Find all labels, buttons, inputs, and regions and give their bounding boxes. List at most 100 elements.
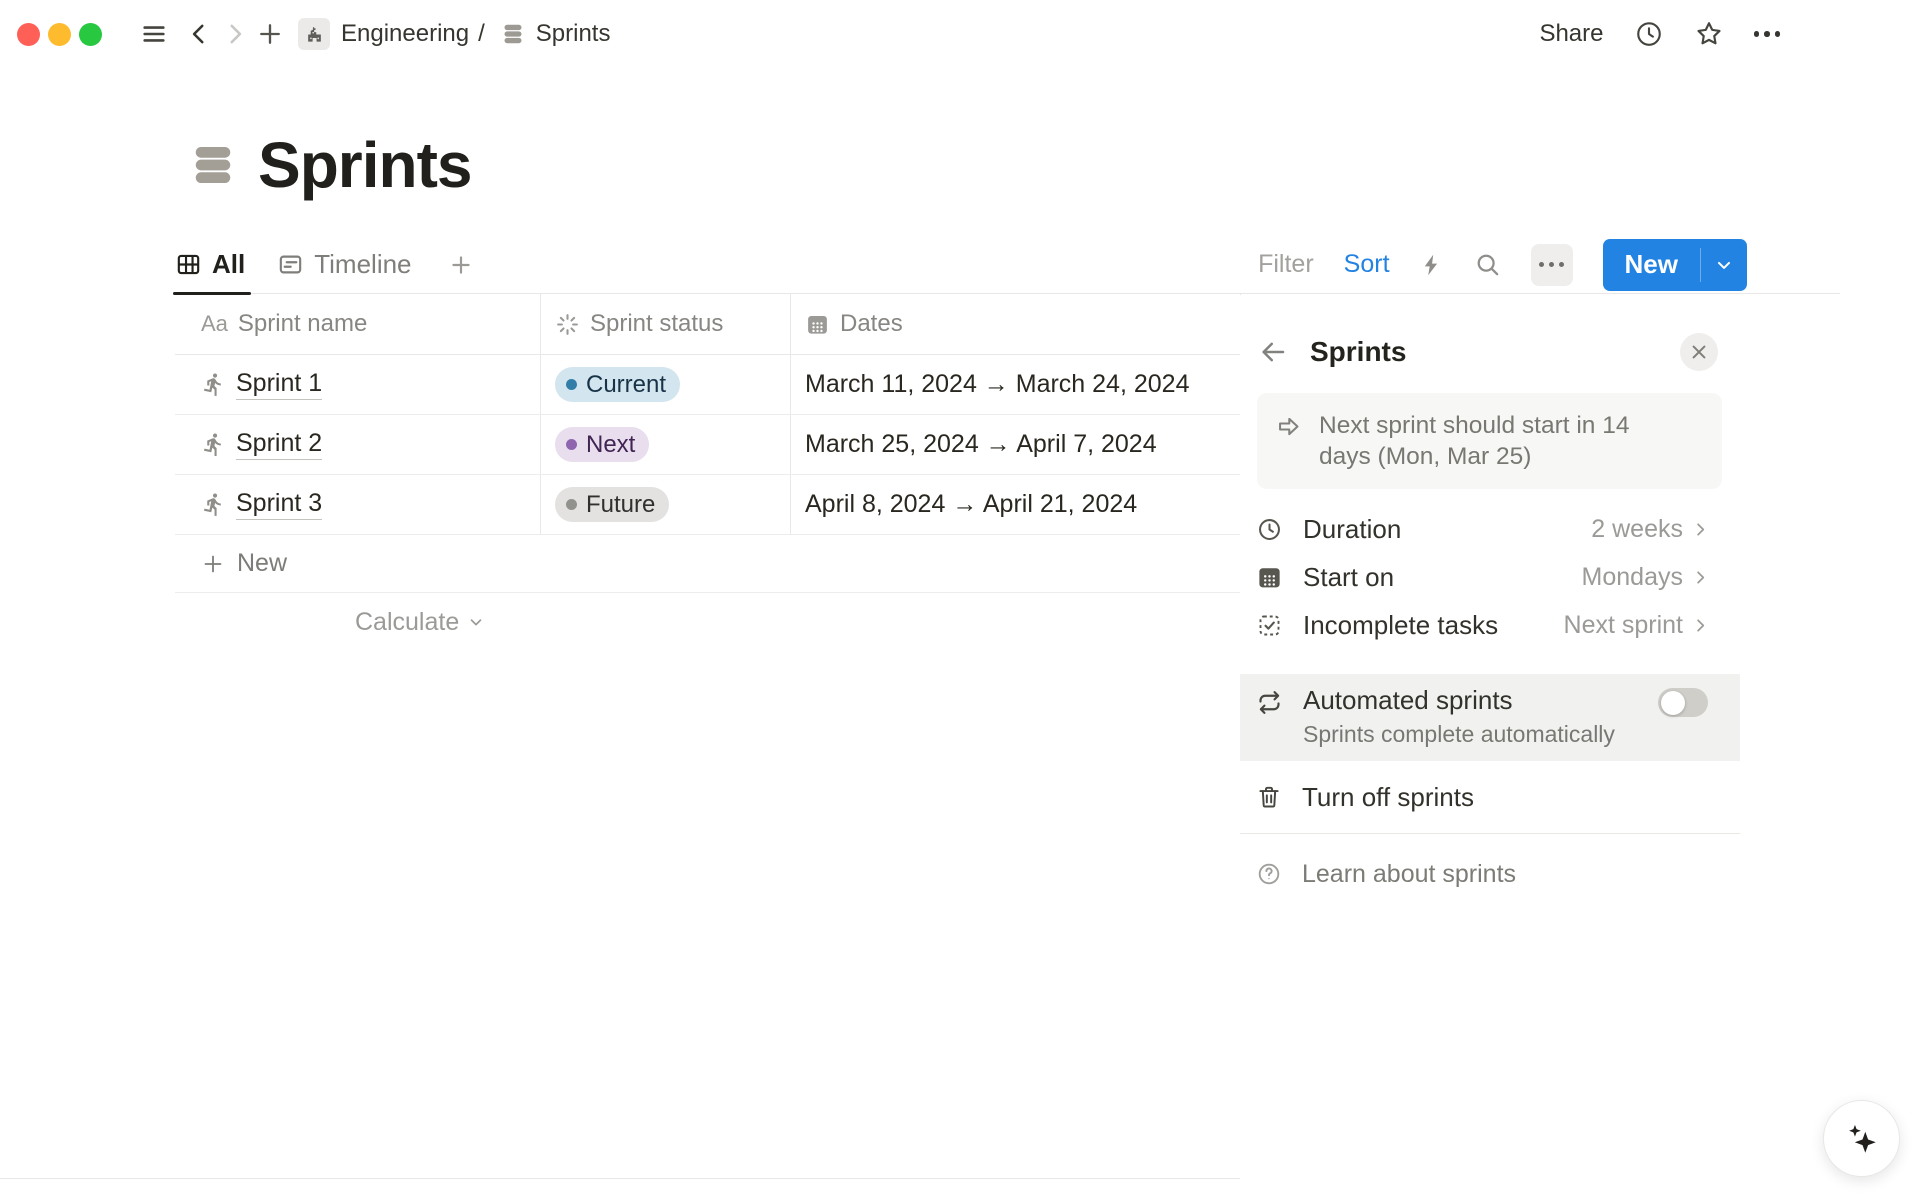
status-badge[interactable]: Current (555, 367, 680, 402)
next-sprint-notice: Next sprint should start in 14 days (Mon… (1257, 393, 1722, 489)
chevron-right-icon (1691, 520, 1710, 539)
automated-sprints-row[interactable]: Automated sprints Sprints complete autom… (1240, 674, 1740, 761)
tab-timeline[interactable]: Timeline (277, 236, 421, 294)
status-label: Current (586, 371, 666, 399)
favorite-star-icon[interactable] (1694, 19, 1724, 49)
table-row: Sprint 3 Future April 8, 2024 → April 21… (175, 475, 1240, 535)
calculate-label: Calculate (355, 608, 459, 637)
turn-off-sprints-button[interactable]: Turn off sprints (1240, 761, 1740, 833)
breadcrumb-page[interactable]: Sprints (536, 20, 611, 48)
page-title: Sprints (258, 128, 471, 202)
status-label: Next (586, 431, 635, 459)
setting-label: Start on (1303, 562, 1394, 593)
sprint-name-cell[interactable]: Sprint 3 (175, 475, 540, 534)
panel-header: Sprints (1240, 295, 1740, 379)
sprint-page-link[interactable]: Sprint 2 (236, 429, 322, 460)
ai-assistant-button[interactable] (1823, 1100, 1900, 1177)
status-badge[interactable]: Next (555, 427, 649, 462)
view-options-icon[interactable] (1531, 244, 1573, 286)
share-button[interactable]: Share (1539, 20, 1603, 48)
column-header-sprint-name[interactable]: Aa Sprint name (175, 294, 540, 354)
plus-icon (201, 552, 225, 576)
status-label: Future (586, 491, 655, 519)
table-header-row: Aa Sprint name Sprint status Dates (175, 294, 1240, 355)
setting-value: 2 weeks (1591, 515, 1683, 544)
new-button[interactable]: New (1603, 239, 1747, 291)
notice-text: Next sprint should start in 14 days (Mon… (1319, 410, 1669, 472)
notion-window: Engineering / Sprints Share Sprints (0, 0, 1920, 1200)
setting-label: Incomplete tasks (1303, 610, 1498, 641)
sprint-name-cell[interactable]: Sprint 1 (175, 355, 540, 414)
status-badge[interactable]: Future (555, 487, 669, 522)
new-page-icon[interactable] (256, 20, 284, 48)
column-label: Sprint status (590, 310, 723, 338)
sprints-table: Aa Sprint name Sprint status Dates Sprin… (175, 294, 1240, 651)
automated-sprints-toggle[interactable] (1658, 688, 1708, 717)
sprint-name-cell[interactable]: Sprint 2 (175, 415, 540, 474)
back-arrow-icon[interactable] (1258, 337, 1288, 367)
forward-icon[interactable] (222, 21, 248, 47)
sidebar-menu-icon[interactable] (140, 20, 168, 48)
sprint-status-cell[interactable]: Next (540, 415, 790, 474)
setting-row-start-on[interactable]: Start on Mondays (1240, 553, 1740, 601)
arrow-right-outline-icon (1275, 413, 1302, 472)
sprint-page-link[interactable]: Sprint 1 (236, 369, 322, 400)
column-label: Sprint name (238, 310, 367, 338)
breadcrumb-teamspace[interactable]: Engineering (341, 20, 469, 48)
column-header-sprint-status[interactable]: Sprint status (540, 294, 790, 354)
views-toolbar-row: All Timeline Filter Sort New (175, 236, 1840, 294)
automations-bolt-icon[interactable] (1420, 253, 1444, 277)
back-icon[interactable] (186, 21, 212, 47)
close-window-button[interactable] (17, 23, 40, 46)
table-row: Sprint 2 Next March 25, 2024 → April 7, … (175, 415, 1240, 475)
turn-off-sprints-label: Turn off sprints (1302, 782, 1474, 813)
learn-about-sprints-label: Learn about sprints (1302, 860, 1516, 889)
new-row-label: New (237, 549, 287, 578)
sort-button[interactable]: Sort (1344, 250, 1390, 279)
page-database-icon[interactable] (190, 142, 236, 188)
checkbox-dashed-icon (1256, 612, 1283, 639)
teamspace-icon[interactable] (298, 18, 330, 50)
calendar-icon (1256, 564, 1283, 591)
tab-all[interactable]: All (175, 236, 255, 294)
page-header: Sprints (190, 128, 471, 202)
new-button-label[interactable]: New (1603, 239, 1700, 291)
sprint-status-cell[interactable]: Current (540, 355, 790, 414)
column-header-dates[interactable]: Dates (790, 294, 1240, 354)
add-view-icon[interactable] (448, 252, 474, 278)
help-circle-icon (1256, 861, 1282, 887)
status-spinner-icon (555, 312, 580, 337)
database-icon (501, 22, 525, 46)
sprint-dates-cell[interactable]: April 8, 2024 → April 21, 2024 (790, 475, 1240, 534)
sprint-status-cell[interactable]: Future (540, 475, 790, 534)
chevron-right-icon (1691, 616, 1710, 635)
minimize-window-button[interactable] (48, 23, 71, 46)
sprint-dates-cell[interactable]: March 25, 2024 → April 7, 2024 (790, 415, 1240, 474)
text-type-icon: Aa (201, 311, 228, 337)
trash-icon (1256, 784, 1282, 810)
close-icon[interactable] (1680, 333, 1718, 371)
new-button-chevron-down-icon[interactable] (1701, 239, 1747, 291)
calculate-button[interactable]: Calculate (175, 593, 1240, 651)
traffic-lights (17, 23, 102, 46)
setting-value: Next sprint (1564, 611, 1683, 640)
automated-sprints-label: Automated sprints (1303, 685, 1615, 716)
more-options-icon[interactable] (1754, 31, 1781, 37)
status-dot (566, 379, 577, 390)
updates-clock-icon[interactable] (1634, 19, 1664, 49)
filter-button[interactable]: Filter (1258, 250, 1314, 279)
sprints-settings-panel: Sprints Next sprint should start in 14 d… (1240, 295, 1740, 1200)
sprint-dates-cell[interactable]: March 11, 2024 → March 24, 2024 (790, 355, 1240, 414)
sprint-settings-list: Duration 2 weeks Start on Mondays Incomp… (1240, 505, 1740, 649)
timeline-view-icon (277, 251, 304, 278)
runner-icon (201, 432, 226, 457)
zoom-window-button[interactable] (79, 23, 102, 46)
setting-row-duration[interactable]: Duration 2 weeks (1240, 505, 1740, 553)
search-icon[interactable] (1474, 251, 1501, 278)
repeat-icon (1256, 689, 1283, 716)
sprint-page-link[interactable]: Sprint 3 (236, 489, 322, 520)
setting-row-incomplete-tasks[interactable]: Incomplete tasks Next sprint (1240, 601, 1740, 649)
runner-icon (201, 492, 226, 517)
learn-about-sprints-link[interactable]: Learn about sprints (1240, 834, 1740, 914)
new-row-button[interactable]: New (175, 535, 1240, 593)
